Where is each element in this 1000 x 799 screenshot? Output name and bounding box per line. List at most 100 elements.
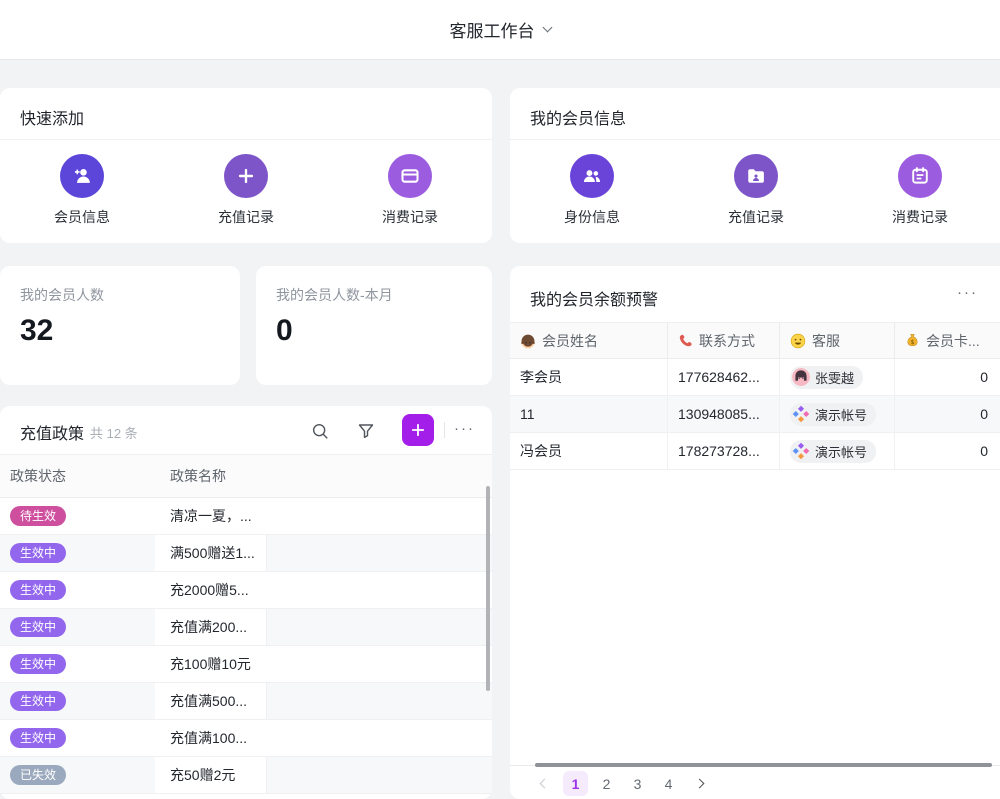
more-button[interactable]: ··· (957, 284, 978, 301)
policy-name: 充100赠10元 (155, 646, 267, 682)
person-add-icon (60, 154, 104, 198)
policy-table-body: 待生效 清凉一夏，... 生效中 满500赠送1... 生效中 充2000赠5.… (0, 498, 492, 794)
divider (444, 422, 445, 438)
filter-icon[interactable] (356, 421, 376, 441)
agent-chip: 演示帐号 (790, 403, 876, 426)
table-header: 会员姓名 联系方式 客服 $ 会员卡... (510, 323, 1000, 359)
stat-card-member-count-month: 我的会员人数-本月 0 (256, 266, 492, 385)
action-label: 充值记录 (728, 207, 784, 227)
member-name: 冯会员 (510, 433, 668, 469)
horizontal-scrollbar[interactable] (535, 763, 992, 767)
status-badge: 生效中 (10, 580, 66, 600)
top-bar: 客服工作台 (0, 0, 1000, 60)
agent-chip: 演示帐号 (790, 440, 876, 463)
member-card-balance: 0 (895, 359, 1000, 395)
table-row[interactable]: 冯会员 178273728... 演示帐号 0 (510, 433, 1000, 470)
recharge-records-button[interactable]: 充值记录 (674, 154, 838, 227)
status-badge: 生效中 (10, 654, 66, 674)
my-member-info-card: 我的会员信息 身份信息 充值记录 消费记录 (510, 88, 1000, 243)
page-button-2[interactable]: 2 (594, 771, 619, 796)
table-row[interactable]: 生效中 充值满500... (0, 683, 492, 720)
svg-text:$: $ (910, 338, 914, 346)
pagination: 1 2 3 4 (532, 771, 712, 796)
vertical-scrollbar[interactable] (486, 486, 490, 691)
card-title: 充值政策 (20, 420, 84, 444)
status-badge: 生效中 (10, 728, 66, 748)
add-recharge-record-button[interactable]: 充值记录 (164, 154, 328, 227)
balance-warning-card: 我的会员余额预警 ··· 会员姓名 联系方式 客服 $ 会员卡... 李会员 1… (510, 266, 1000, 799)
page-button-3[interactable]: 3 (625, 771, 650, 796)
table-row[interactable]: 11 130948085... 演示帐号 0 (510, 396, 1000, 433)
table-row[interactable]: 生效中 充值满100... (0, 720, 492, 757)
credit-card-icon (388, 154, 432, 198)
member-card-balance: 0 (895, 433, 1000, 469)
column-label: 会员卡... (926, 331, 980, 351)
moneybag-emoji-icon: $ (905, 333, 920, 348)
column-label: 会员姓名 (542, 331, 598, 351)
card-title: 我的会员余额预警 (530, 286, 658, 310)
chevron-left-icon (540, 779, 550, 789)
policy-name: 充50赠2元 (155, 757, 267, 793)
member-info-actions: 身份信息 充值记录 消费记录 (510, 140, 1000, 227)
chevron-right-icon (695, 779, 705, 789)
policy-name: 满500赠送1... (155, 535, 267, 571)
quick-add-card: 快速添加 会员信息 充值记录 消费记录 (0, 88, 492, 243)
table-row[interactable]: 生效中 满500赠送1... (0, 535, 492, 572)
consume-records-button[interactable]: 消费记录 (838, 154, 1000, 227)
member-phone: 130948085... (668, 396, 780, 432)
add-consume-record-button[interactable]: 消费记录 (328, 154, 492, 227)
agent-chip: 张雯越 (790, 366, 863, 389)
member-name: 李会员 (510, 359, 668, 395)
add-member-button[interactable]: 会员信息 (0, 154, 164, 227)
card-title: 快速添加 (0, 88, 492, 140)
action-label: 会员信息 (54, 207, 110, 227)
policy-name: 充值满500... (155, 683, 267, 719)
table-header: 政策状态 政策名称 (0, 455, 492, 498)
status-badge: 待生效 (10, 506, 66, 526)
stat-label: 我的会员人数 (20, 285, 220, 305)
page-button-4[interactable]: 4 (656, 771, 681, 796)
workspace-switcher[interactable]: 客服工作台 (450, 17, 551, 42)
column-label: 政策名称 (155, 466, 267, 486)
stat-card-member-count: 我的会员人数 32 (0, 266, 240, 385)
girl-avatar (792, 368, 810, 386)
table-row[interactable]: 待生效 清凉一夏，... (0, 498, 492, 535)
page-title: 客服工作台 (450, 17, 535, 42)
record-count: 共 12 条 (90, 423, 138, 442)
card-header: 充值政策 共 12 条 ··· (0, 406, 492, 455)
table-row[interactable]: 生效中 充值满200... (0, 609, 492, 646)
search-icon[interactable] (310, 421, 330, 441)
agent-name: 演示帐号 (815, 405, 867, 424)
member-card-balance: 0 (895, 396, 1000, 432)
column-label: 客服 (812, 331, 840, 351)
recharge-policy-card: 充值政策 共 12 条 ··· 政策状态 政策名称 待生效 清凉一夏，... 生… (0, 406, 492, 799)
policy-name: 清凉一夏，... (155, 498, 267, 534)
add-policy-button[interactable] (402, 414, 434, 446)
policy-name: 充2000赠5... (155, 572, 267, 608)
member-phone: 178273728... (668, 433, 780, 469)
identity-info-button[interactable]: 身份信息 (510, 154, 674, 227)
prev-page-button[interactable] (532, 771, 557, 796)
folder-user-icon (734, 154, 778, 198)
chevron-down-icon (542, 23, 552, 33)
stat-value: 0 (276, 314, 472, 348)
policy-name: 充值满100... (155, 720, 267, 756)
balance-table-body: 李会员 177628462... 张雯越 0 11 130948085... (510, 359, 1000, 470)
table-row[interactable]: 生效中 充2000赠5... (0, 572, 492, 609)
page-button-1[interactable]: 1 (563, 771, 588, 796)
status-badge: 生效中 (10, 617, 66, 637)
table-row[interactable]: 生效中 充100赠10元 (0, 646, 492, 683)
smiley-emoji-icon (790, 333, 806, 349)
next-page-button[interactable] (687, 771, 712, 796)
status-badge: 生效中 (10, 543, 66, 563)
column-label: 联系方式 (699, 331, 755, 351)
diamond-logo (792, 442, 810, 460)
table-row[interactable]: 李会员 177628462... 张雯越 0 (510, 359, 1000, 396)
plus-icon (409, 421, 427, 439)
people-icon (570, 154, 614, 198)
table-row[interactable]: 已失效 充50赠2元 (0, 757, 492, 794)
member-phone: 177628462... (668, 359, 780, 395)
action-label: 充值记录 (218, 207, 274, 227)
status-badge: 已失效 (10, 765, 66, 785)
more-button[interactable]: ··· (454, 420, 475, 437)
